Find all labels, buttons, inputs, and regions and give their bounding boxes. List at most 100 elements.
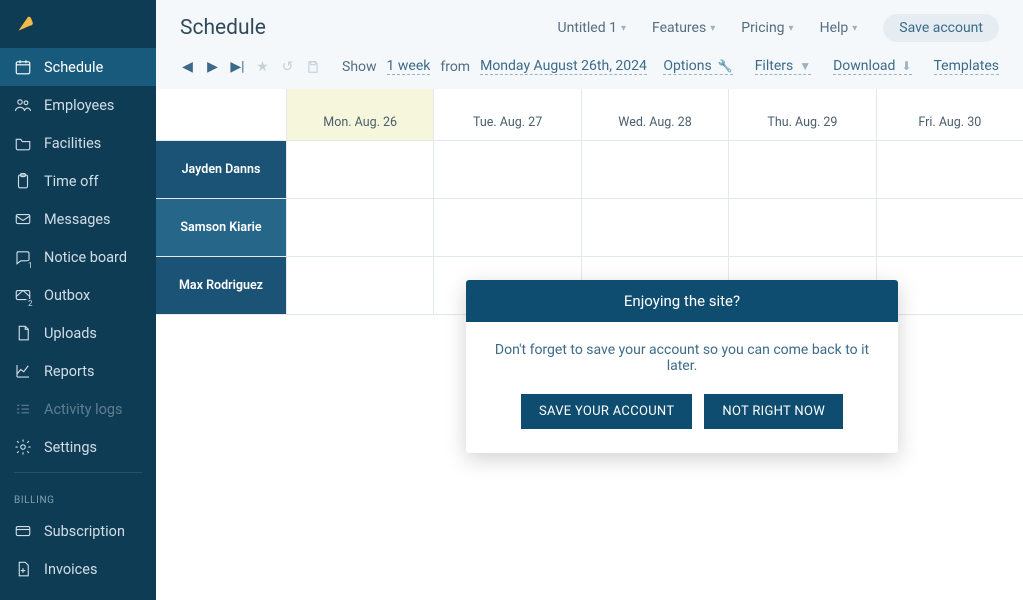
top-bar: Schedule Untitled 1▾ Features▾ Pricing▾ … xyxy=(156,0,1023,42)
sidebar-item-label: Time off xyxy=(44,173,99,190)
chevron-down-icon: ▾ xyxy=(852,23,857,34)
save-your-account-button[interactable]: SAVE YOUR ACCOUNT xyxy=(521,394,692,429)
calendar-cell[interactable] xyxy=(581,141,728,198)
document-name: Untitled 1 xyxy=(558,20,617,36)
features-menu[interactable]: Features▾ xyxy=(652,20,715,36)
chevron-down-icon: ▾ xyxy=(789,23,794,34)
modal-actions: SAVE YOUR ACCOUNT NOT RIGHT NOW xyxy=(466,394,898,453)
next-button[interactable]: ▶ xyxy=(205,59,220,75)
sidebar-item-label: Outbox xyxy=(44,287,90,304)
modal-body: Don't forget to save your account so you… xyxy=(466,322,898,394)
sidebar-item-reports[interactable]: Reports xyxy=(0,352,156,390)
sidebar-item-notice-board[interactable]: Notice board 1 xyxy=(0,238,156,276)
undo-icon[interactable]: ↺ xyxy=(280,59,295,75)
pricing-label: Pricing xyxy=(741,20,784,36)
folder-icon xyxy=(14,134,32,152)
calendar-cell[interactable] xyxy=(876,199,1023,256)
document-dropdown[interactable]: Untitled 1 ▾ xyxy=(558,20,626,36)
sidebar-item-outbox[interactable]: Outbox 2 xyxy=(0,276,156,314)
pricing-menu[interactable]: Pricing ▾ xyxy=(741,20,793,36)
sidebar-item-label: Employees xyxy=(44,97,114,114)
chart-icon xyxy=(14,362,32,380)
calendar-cell[interactable] xyxy=(728,141,875,198)
sidebar-item-schedule[interactable]: Schedule xyxy=(0,48,156,86)
sidebar-item-facilities[interactable]: Facilities xyxy=(0,124,156,162)
employee-name[interactable]: Jayden Danns xyxy=(156,141,286,198)
help-label: Help xyxy=(820,20,849,36)
calendar-cell[interactable] xyxy=(286,141,433,198)
sidebar-item-settings[interactable]: Settings xyxy=(0,428,156,466)
filter-icon: ▼ xyxy=(799,59,811,73)
calendar-row: Jayden Danns xyxy=(156,141,1023,199)
skip-end-button[interactable]: ▶| xyxy=(230,59,245,75)
employee-name[interactable]: Max Rodriguez xyxy=(156,257,286,314)
calendar-cell[interactable] xyxy=(728,199,875,256)
options-button[interactable]: Options🔧 xyxy=(663,58,732,75)
card-icon xyxy=(14,522,32,540)
sidebar-item-label: Invoices xyxy=(44,561,97,578)
templates-button[interactable]: Templates xyxy=(934,58,1000,75)
from-label: from xyxy=(440,59,470,75)
sidebar-item-label: Reports xyxy=(44,363,95,380)
day-header[interactable]: Tue. Aug. 27 xyxy=(433,89,580,140)
modal-title: Enjoying the site? xyxy=(466,280,898,322)
save-account-modal: Enjoying the site? Don't forget to save … xyxy=(466,280,898,453)
prev-button[interactable]: ◀ xyxy=(180,59,195,75)
wrench-icon: 🔧 xyxy=(718,59,733,73)
sidebar-item-employees[interactable]: Employees xyxy=(0,86,156,124)
sidebar-item-messages[interactable]: Messages xyxy=(0,200,156,238)
calendar-cell[interactable] xyxy=(286,199,433,256)
calendar-cell[interactable] xyxy=(433,141,580,198)
page-title: Schedule xyxy=(180,16,532,40)
star-icon[interactable]: ★ xyxy=(255,59,270,75)
calendar-cell[interactable] xyxy=(433,199,580,256)
sidebar-item-label: Messages xyxy=(44,211,111,228)
range-selector[interactable]: 1 week xyxy=(387,58,431,75)
features-label: Features xyxy=(652,20,706,36)
chevron-down-icon: ▾ xyxy=(621,23,626,34)
calendar-cell[interactable] xyxy=(876,141,1023,198)
billing-section-header: BILLING xyxy=(0,479,156,512)
sidebar-item-label: Settings xyxy=(44,439,97,456)
sidebar: Schedule Employees Facilities Time off M… xyxy=(0,0,156,600)
filters-button[interactable]: Filters▼ xyxy=(755,58,811,75)
divider xyxy=(14,472,142,473)
calendar-cell[interactable] xyxy=(286,257,433,314)
download-icon: ⬇ xyxy=(901,59,911,73)
sidebar-item-time-off[interactable]: Time off xyxy=(0,162,156,200)
day-header[interactable]: Wed. Aug. 28 xyxy=(581,89,728,140)
calendar-cell[interactable] xyxy=(581,199,728,256)
sidebar-item-label: Uploads xyxy=(44,325,97,342)
logo[interactable] xyxy=(0,0,156,48)
users-icon xyxy=(14,96,32,114)
sidebar-item-label: Subscription xyxy=(44,523,125,540)
day-header[interactable]: Fri. Aug. 30 xyxy=(876,89,1023,140)
main-area: Schedule Untitled 1▾ Features▾ Pricing▾ … xyxy=(156,0,1023,600)
badge: 2 xyxy=(26,299,35,308)
day-header[interactable]: Mon. Aug. 26 xyxy=(286,89,433,140)
calendar-header: Mon. Aug. 26 Tue. Aug. 27 Wed. Aug. 28 T… xyxy=(156,89,1023,141)
badge: 1 xyxy=(26,261,35,270)
sidebar-item-label: Notice board xyxy=(44,249,127,266)
employee-name[interactable]: Samson Kiarie xyxy=(156,199,286,256)
sidebar-item-subscription[interactable]: Subscription xyxy=(0,512,156,550)
show-label: Show xyxy=(342,59,377,75)
save-icon[interactable] xyxy=(305,60,320,74)
not-right-now-button[interactable]: NOT RIGHT NOW xyxy=(704,394,843,429)
sidebar-item-invoices[interactable]: Invoices xyxy=(0,550,156,588)
save-account-button[interactable]: Save account xyxy=(883,14,999,42)
date-selector[interactable]: Monday August 26th, 2024 xyxy=(480,58,647,75)
sidebar-item-label: Activity logs xyxy=(44,401,123,418)
clipboard-icon xyxy=(14,172,32,190)
day-header[interactable]: Thu. Aug. 29 xyxy=(728,89,875,140)
sidebar-item-activity-logs[interactable]: Activity logs xyxy=(0,390,156,428)
download-button[interactable]: Download⬇ xyxy=(833,58,911,75)
calendar-row: Samson Kiarie xyxy=(156,199,1023,257)
list-icon xyxy=(14,400,32,418)
sidebar-item-uploads[interactable]: Uploads xyxy=(0,314,156,352)
file-plus-icon xyxy=(14,560,32,578)
sidebar-item-label: Facilities xyxy=(44,135,101,152)
file-icon xyxy=(14,324,32,342)
help-menu[interactable]: Help▾ xyxy=(820,20,858,36)
calendar-icon xyxy=(14,58,32,76)
